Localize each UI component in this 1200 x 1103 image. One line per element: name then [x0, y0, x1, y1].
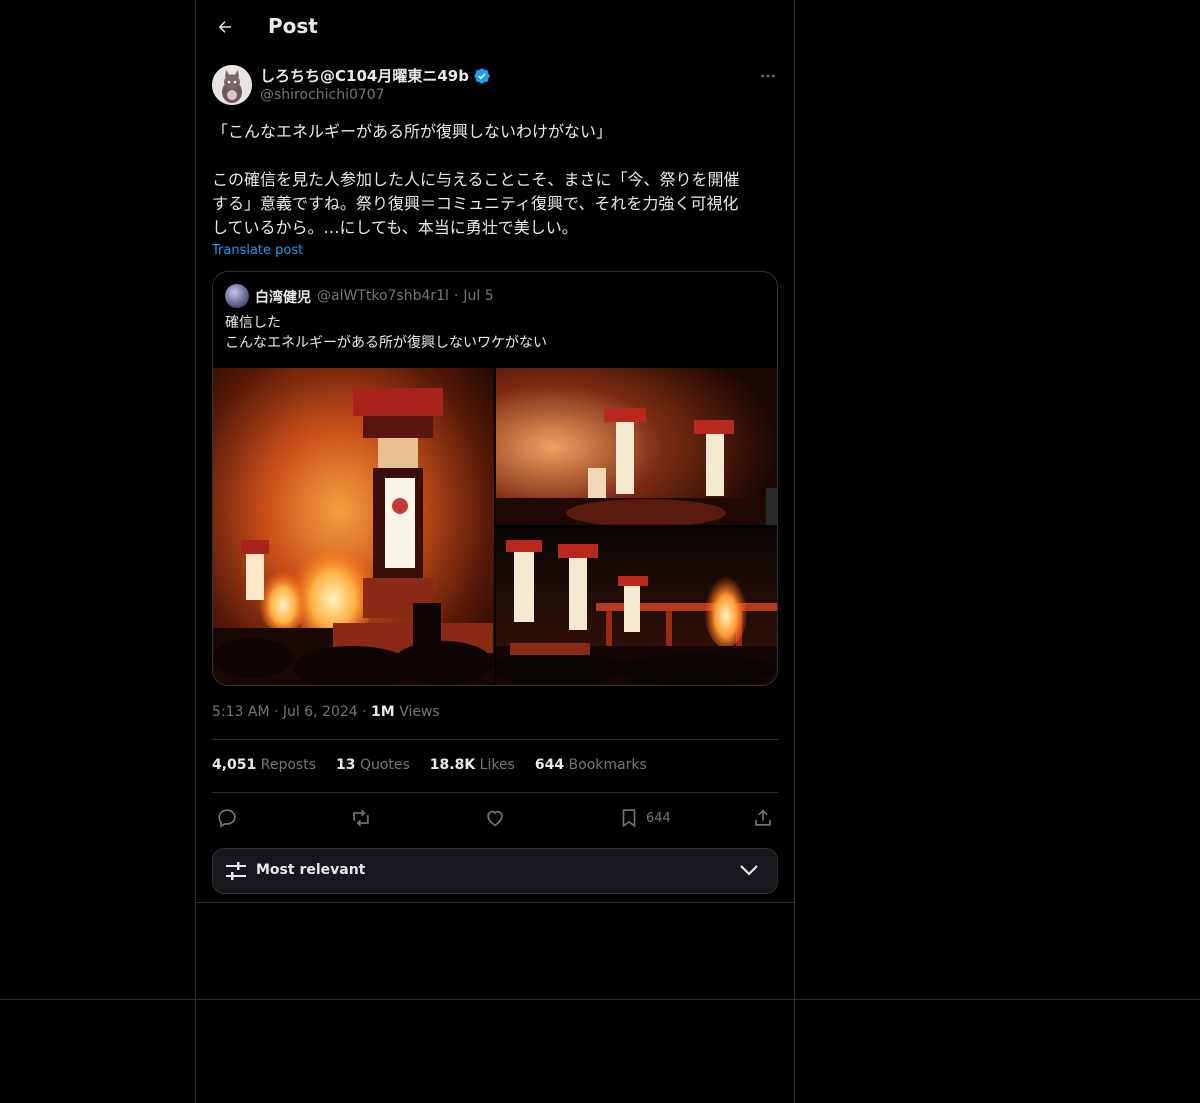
quote-author-handle: @alWTtko7shb4r1l [317, 288, 449, 304]
verified-badge-icon [474, 67, 490, 84]
post-text-line: する」意義ですね。祭り復興＝コミュニティ復興で、それを力強く可視化 [212, 194, 739, 213]
column-border-right [794, 0, 795, 1103]
divider-bottom-full [0, 999, 1200, 1000]
bookmark-button[interactable]: 644 [618, 805, 671, 831]
chevron-down-icon [740, 865, 758, 876]
translate-post-link[interactable]: Translate post [212, 243, 303, 258]
quote-text-line: こんなエネルギーがある所が復興しないワケがない [225, 335, 547, 351]
quote-author-avatar [225, 284, 249, 308]
more-icon [761, 74, 775, 78]
quotes-label: Quotes [359, 757, 410, 773]
engagement-stats: 4,051 Reposts 13 Quotes 18.8K Likes 644 … [212, 757, 647, 773]
bookmarks-count: 644 [534, 757, 565, 773]
back-arrow-icon [218, 21, 231, 33]
author-avatar[interactable] [212, 65, 252, 105]
author-name-text: しろちち@C104月曜東ニ49b [260, 67, 469, 85]
column-border-left [195, 0, 196, 1103]
quote-author-meta: @alWTtko7shb4r1l · Jul 5 [317, 288, 494, 304]
post-time[interactable]: 5:13 AM [212, 704, 270, 720]
separator-dot: · [453, 288, 459, 304]
likes-stat[interactable]: 18.8K Likes [430, 757, 515, 773]
reply-button[interactable] [216, 805, 238, 831]
quote-photo-3[interactable] [496, 528, 777, 685]
post-header: Post [196, 0, 794, 54]
quote-photo-1[interactable] [213, 368, 494, 685]
sort-replies-dropdown[interactable]: Most relevant [212, 848, 778, 894]
bookmarks-stat[interactable]: 644 Bookmarks [535, 757, 647, 773]
quote-author-name: 白湾健児 [255, 290, 311, 306]
separator-dot: · [274, 704, 283, 720]
repost-icon [353, 809, 369, 827]
post-text: 「こんなエネルギーがある所が復興しないわけがない」 この確信を見た人参加した人に… [212, 120, 778, 240]
reply-icon [218, 809, 236, 828]
more-options-button[interactable] [756, 64, 780, 88]
likes-label: Likes [479, 757, 515, 773]
post-text-line: 「こんなエネルギーがある所が復興しないわけがない」 [212, 122, 613, 141]
quote-text-line: 確信した [225, 315, 281, 331]
author-avatar-image [212, 65, 252, 105]
divider-stats [212, 792, 778, 793]
post-date[interactable]: Jul 6, 2024 [283, 704, 358, 720]
quotes-count: 13 [336, 757, 356, 773]
back-button[interactable] [210, 12, 240, 42]
quotes-stat[interactable]: 13 Quotes [336, 757, 410, 773]
repost-button[interactable] [350, 805, 372, 831]
likes-count: 18.8K [429, 757, 476, 773]
reposts-count: 4,051 [212, 757, 257, 773]
quote-text: 確信した こんなエネルギーがある所が復興しないワケがない [225, 313, 547, 353]
share-icon [755, 809, 771, 826]
views-label: Views [399, 704, 440, 720]
author-name[interactable]: しろちち@C104月曜東ニ49b [260, 65, 491, 86]
bookmarks-label: Bookmarks [568, 757, 647, 773]
post-meta: 5:13 AM · Jul 6, 2024 · 1M Views [212, 704, 440, 720]
quote-photo-2[interactable] [496, 368, 777, 525]
separator-dot: · [362, 704, 372, 720]
share-button[interactable] [752, 805, 774, 831]
reposts-stat[interactable]: 4,051 Reposts [212, 757, 316, 773]
bookmark-count: 644 [646, 810, 671, 826]
like-icon [487, 810, 503, 827]
quoted-post[interactable]: 白湾健児 @alWTtko7shb4r1l · Jul 5 確信した こんなエネルギ… [212, 271, 778, 686]
quote-date: Jul 5 [463, 288, 494, 304]
page-title: Post [268, 14, 318, 38]
post-text-line: しているから。…にしても、本当に勇壮で美しい。 [212, 218, 578, 237]
sort-label: Most relevant [256, 862, 366, 878]
reposts-label: Reposts [260, 757, 316, 773]
divider-column-bottom [196, 902, 794, 903]
views-count: 1M [371, 704, 395, 720]
author-handle[interactable]: @shirochichi0707 [260, 87, 385, 103]
divider-meta [212, 739, 778, 740]
post-text-line: この確信を見た人参加した人に与えることこそ、まさに「今、祭りを開催 [212, 170, 740, 189]
like-button[interactable] [484, 805, 506, 831]
sliders-icon [226, 862, 246, 880]
bookmark-icon [622, 809, 636, 828]
